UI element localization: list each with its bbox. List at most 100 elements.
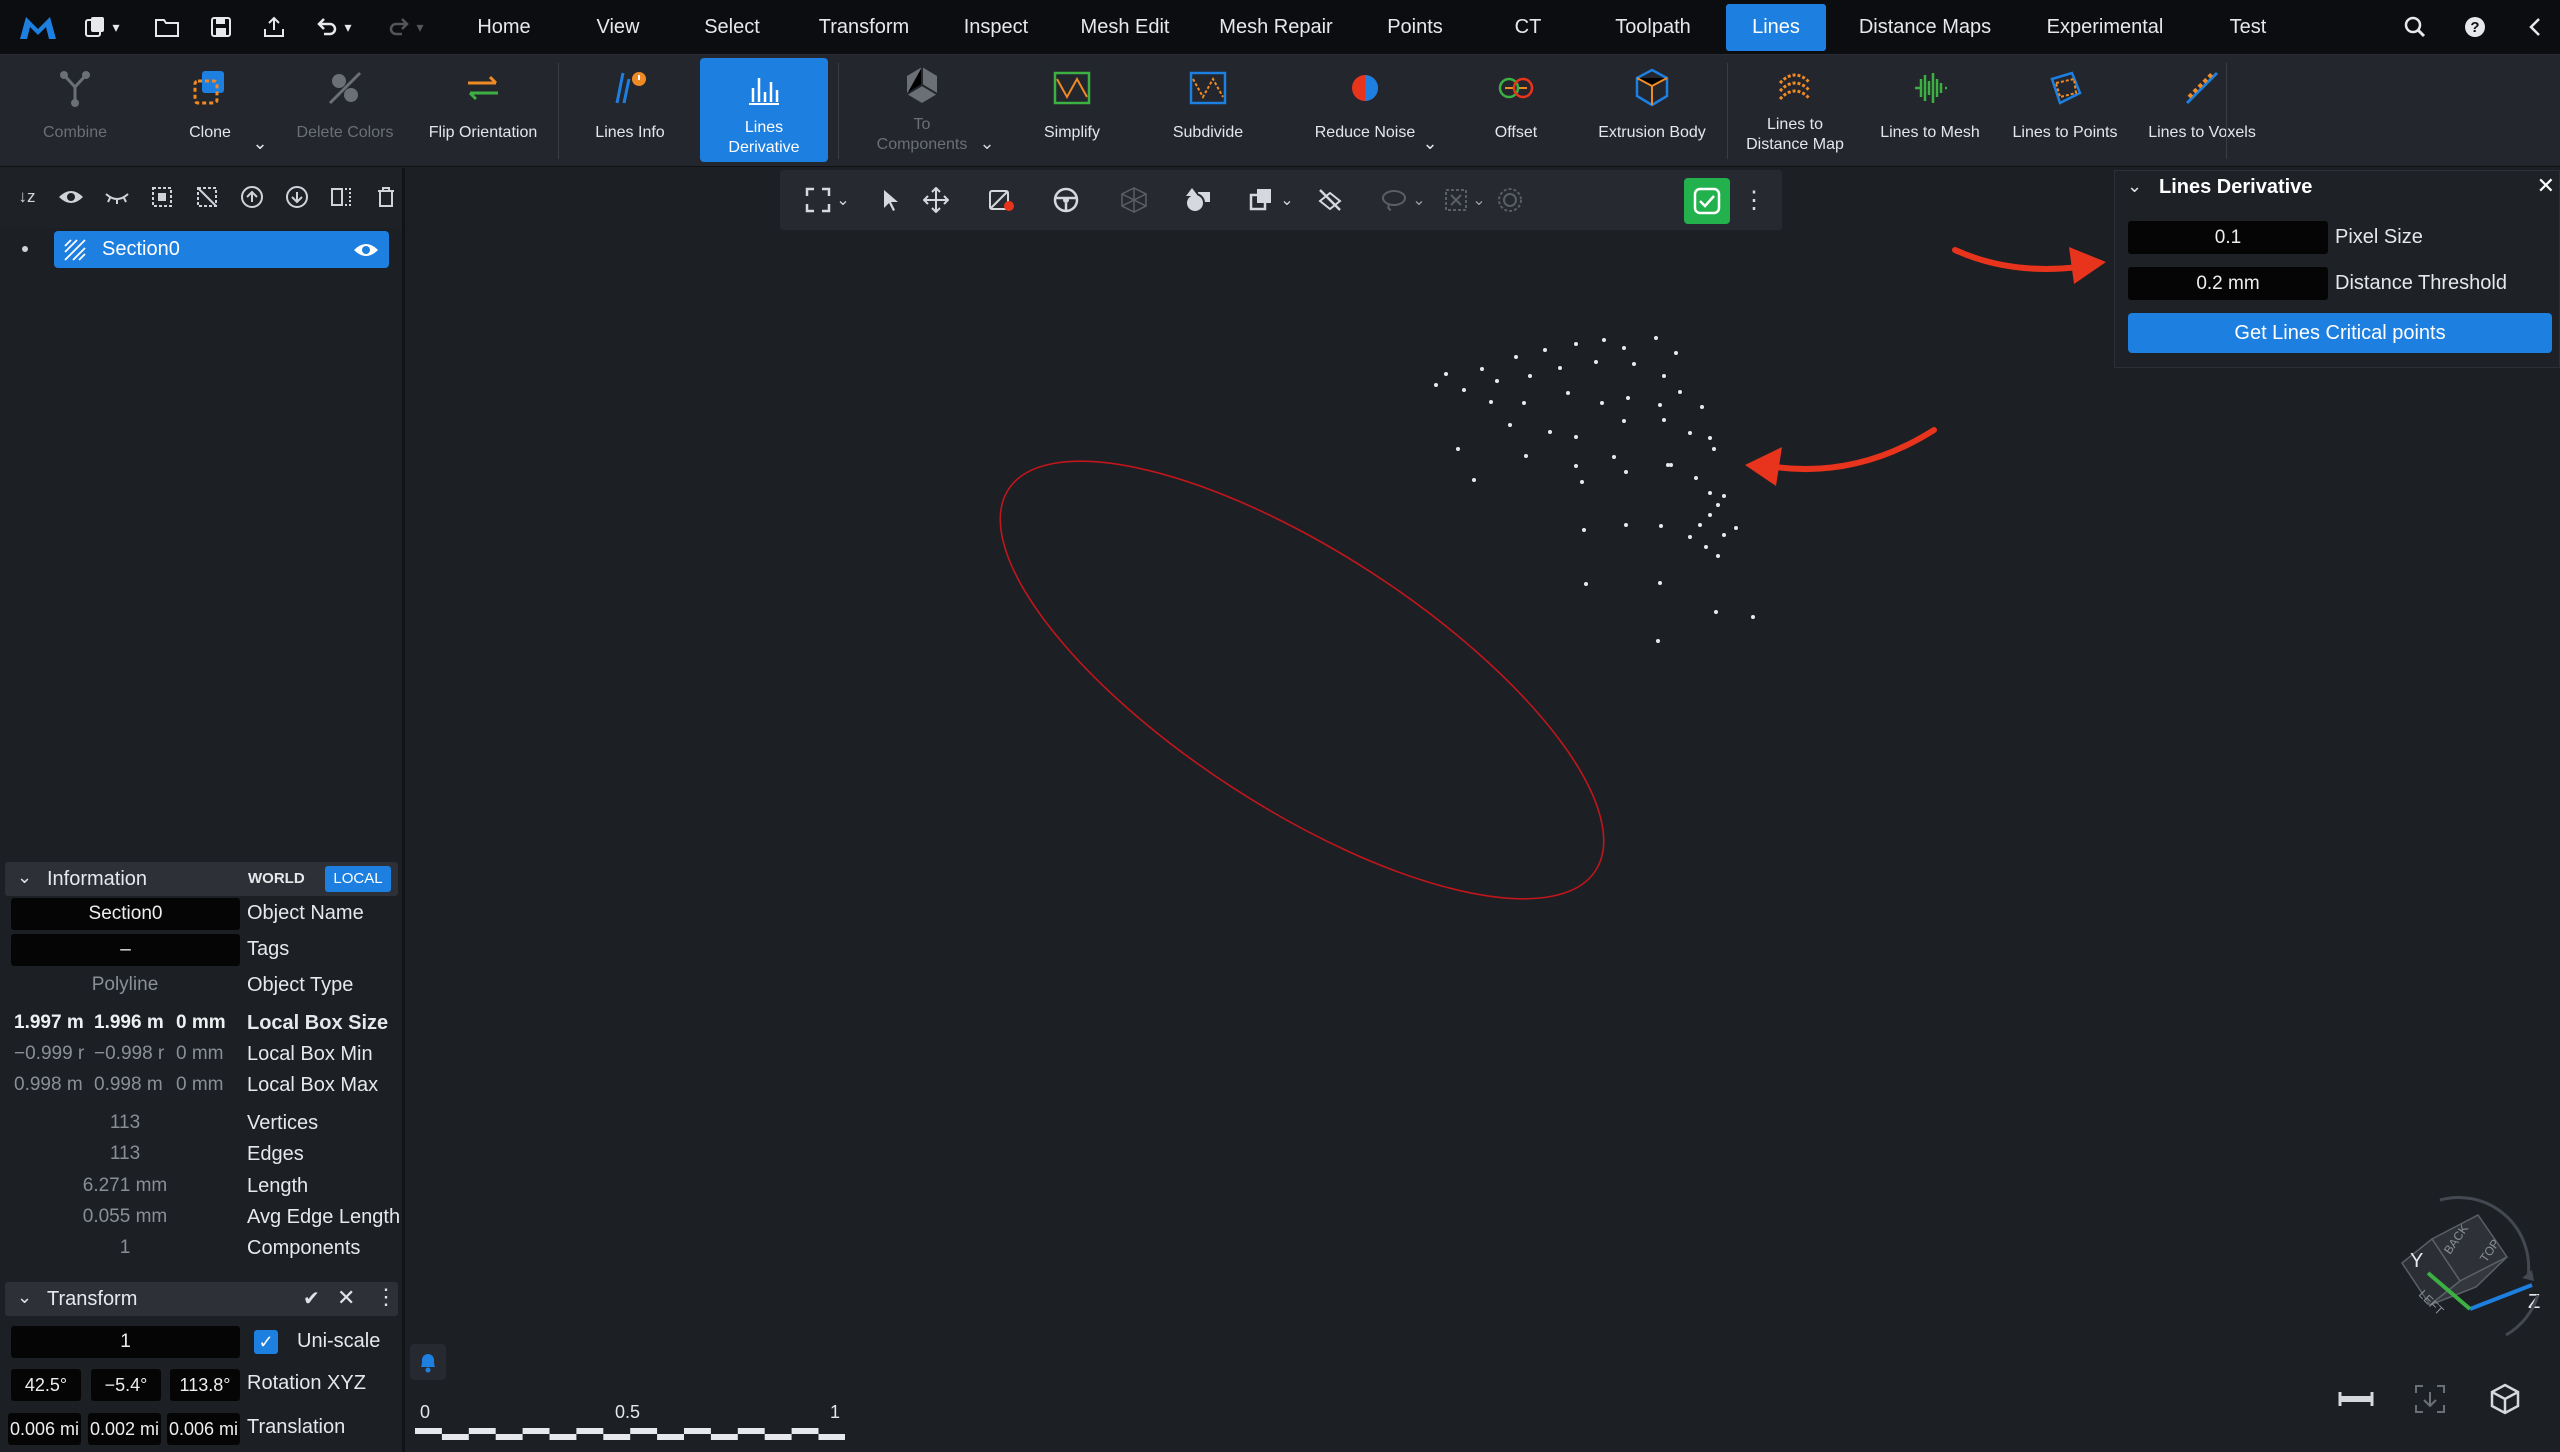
pixel-size-field[interactable]: 0.1: [2128, 221, 2328, 254]
eye-icon[interactable]: [56, 182, 86, 212]
menu-view[interactable]: View: [582, 0, 654, 55]
select-pointer-icon[interactable]: [874, 184, 906, 216]
mesh-wireframe-icon[interactable]: [1118, 184, 1150, 216]
to-components-button[interactable]: To Components: [862, 55, 982, 167]
distance-threshold-field[interactable]: 0.2 mm: [2128, 267, 2328, 300]
menu-ct[interactable]: CT: [1500, 0, 1556, 55]
chevron-down-icon[interactable]: ⌄: [1276, 184, 1298, 216]
subdivide-button[interactable]: Subdivide: [1158, 55, 1258, 167]
menu-inspect[interactable]: Inspect: [953, 0, 1039, 55]
lines-derivative-button[interactable]: Lines Derivative: [700, 58, 828, 162]
lines-to-mesh-button[interactable]: Lines to Mesh: [1870, 55, 1990, 167]
menu-mesh-repair[interactable]: Mesh Repair: [1208, 0, 1344, 55]
lasso-icon[interactable]: [1378, 184, 1410, 216]
sort-icon[interactable]: ↓z: [12, 182, 42, 212]
confirm-check-button[interactable]: [1684, 178, 1730, 224]
reduce-noise-dropdown-chevron[interactable]: ⌄: [1418, 133, 1442, 157]
shapes-icon[interactable]: [1182, 184, 1214, 216]
simplify-button[interactable]: Simplify: [1022, 55, 1122, 167]
to-components-dropdown-chevron[interactable]: ⌄: [975, 133, 999, 157]
collapse-chevron-icon[interactable]: [2518, 10, 2552, 44]
translation-y-field[interactable]: 0.002 mi: [88, 1413, 161, 1445]
rotation-x-field[interactable]: 42.5°: [11, 1369, 81, 1401]
notification-bell-icon[interactable]: [410, 1344, 446, 1380]
trash-icon[interactable]: [371, 182, 401, 212]
world-toggle[interactable]: WORLD: [248, 870, 305, 887]
tree-item-section0[interactable]: Section0: [54, 231, 389, 268]
menu-select[interactable]: Select: [692, 0, 772, 55]
lines-to-points-button[interactable]: Lines to Points: [2000, 55, 2130, 167]
object-name-field[interactable]: Section0: [11, 898, 240, 930]
menu-test[interactable]: Test: [2220, 0, 2276, 55]
line-vertex-point: [1666, 463, 1670, 467]
edit-select-icon[interactable]: [986, 184, 1018, 216]
transform-panel-header[interactable]: ⌄ Transform ✔ ✕ ⋮: [5, 1282, 398, 1316]
chevron-down-icon[interactable]: ⌄: [832, 184, 854, 216]
combine-button[interactable]: Combine: [20, 55, 130, 167]
help-icon[interactable]: ?: [2458, 10, 2492, 44]
close-icon[interactable]: ✕: [337, 1285, 355, 1311]
clip-box-icon[interactable]: [1246, 184, 1278, 216]
lines-to-distance-map-button[interactable]: Lines to Distance Map: [1735, 55, 1855, 167]
open-folder-icon[interactable]: [150, 10, 184, 44]
more-options-icon[interactable]: ⋮: [375, 1284, 397, 1310]
chevron-down-icon[interactable]: ▾: [410, 10, 430, 44]
view-cube-toggle-icon[interactable]: [2488, 1382, 2522, 1416]
tags-field[interactable]: –: [11, 934, 240, 966]
menu-transform[interactable]: Transform: [803, 0, 925, 55]
local-toggle[interactable]: LOCAL: [325, 866, 391, 892]
hide-icon[interactable]: [102, 182, 132, 212]
menu-distance-maps[interactable]: Distance Maps: [1850, 0, 2000, 55]
offset-button[interactable]: Offset: [1466, 55, 1566, 167]
viewport-scene[interactable]: [405, 230, 2560, 1452]
rotation-y-field[interactable]: −5.4°: [91, 1369, 161, 1401]
menu-toolpath[interactable]: Toolpath: [1600, 0, 1706, 55]
deselect-icon[interactable]: [192, 182, 222, 212]
flip-orientation-button[interactable]: Flip Orientation: [418, 55, 548, 167]
scale-field[interactable]: 1: [11, 1326, 240, 1358]
menu-mesh-edit[interactable]: Mesh Edit: [1070, 0, 1180, 55]
delete-colors-button[interactable]: Delete Colors: [285, 55, 405, 167]
chevron-down-icon[interactable]: ▾: [338, 10, 358, 44]
translation-x-field[interactable]: 0.006 mi: [8, 1413, 81, 1445]
search-icon[interactable]: [2398, 10, 2432, 44]
app-logo-icon[interactable]: [16, 10, 60, 44]
close-icon[interactable]: ✕: [2537, 173, 2555, 199]
chevron-down-icon[interactable]: ▾: [106, 10, 126, 44]
rotation-z-field[interactable]: 113.8°: [170, 1369, 240, 1401]
uniscale-checkbox[interactable]: ✓: [254, 1330, 278, 1354]
navigation-cube[interactable]: BACK TOP LEFT Y Z: [2300, 1195, 2540, 1355]
ring-select-icon[interactable]: [1494, 184, 1526, 216]
menu-home[interactable]: Home: [462, 0, 546, 55]
measure-ruler-icon[interactable]: [2336, 1386, 2376, 1412]
chevron-down-icon[interactable]: ⌄: [2127, 176, 2142, 197]
get-lines-critical-points-button[interactable]: Get Lines Critical points: [2128, 313, 2552, 353]
more-options-icon[interactable]: ⋮: [1738, 184, 1770, 216]
hide-faces-icon[interactable]: [1314, 184, 1346, 216]
reduce-noise-button[interactable]: Reduce Noise: [1300, 55, 1430, 167]
apply-check-icon[interactable]: ✔: [303, 1286, 320, 1311]
chevron-down-icon[interactable]: ⌄: [1468, 184, 1490, 216]
move-icon[interactable]: [920, 184, 952, 216]
lines-to-voxels-button[interactable]: Lines to Voxels: [2140, 55, 2264, 167]
export-icon[interactable]: [257, 10, 291, 44]
flip-icon[interactable]: [326, 182, 356, 212]
chevron-down-icon[interactable]: ⌄: [1408, 184, 1430, 216]
fit-view-icon[interactable]: [802, 184, 834, 216]
save-icon[interactable]: [204, 10, 238, 44]
lines-info-button[interactable]: Lines Info: [575, 55, 685, 167]
extrusion-body-button[interactable]: Extrusion Body: [1590, 55, 1714, 167]
clone-dropdown-chevron[interactable]: ⌄: [248, 133, 272, 157]
move-down-icon[interactable]: [282, 182, 312, 212]
select-all-icon[interactable]: [147, 182, 177, 212]
move-up-icon[interactable]: [237, 182, 267, 212]
visibility-eye-icon[interactable]: [353, 241, 379, 259]
translation-z-field[interactable]: 0.006 mi: [167, 1413, 240, 1445]
menu-experimental[interactable]: Experimental: [2030, 0, 2180, 55]
steering-wheel-icon[interactable]: [1050, 184, 1082, 216]
clone-button[interactable]: Clone: [160, 55, 260, 167]
menu-lines[interactable]: Lines: [1726, 4, 1826, 51]
menu-points[interactable]: Points: [1378, 0, 1452, 55]
fit-selection-icon[interactable]: [2414, 1384, 2446, 1414]
information-panel-header[interactable]: ⌄ Information WORLD LOCAL: [5, 862, 398, 896]
